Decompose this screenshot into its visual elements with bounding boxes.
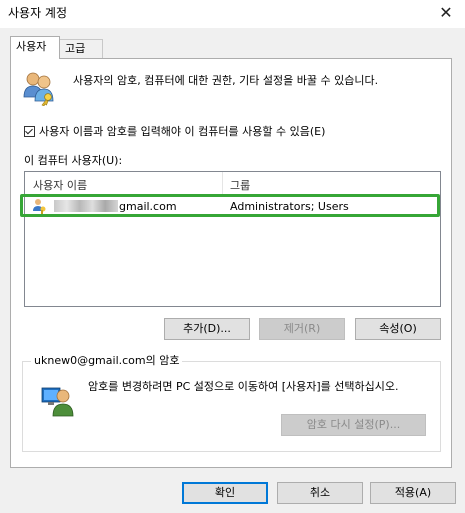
table-row[interactable]: gmail.com	[32, 198, 177, 214]
require-password-checkbox[interactable]	[24, 125, 35, 137]
password-group-title: uknew0@gmail.com의 암호	[31, 352, 183, 368]
reset-password-button[interactable]: 암호 다시 설정(P)...	[281, 414, 426, 436]
remove-button[interactable]: 제거(R)	[259, 318, 345, 340]
close-icon[interactable]: ✕	[431, 0, 461, 26]
users-icon	[23, 72, 54, 106]
description-text: 사용자의 암호, 컴퓨터에 대한 권한, 기타 설정을 바꿀 수 있습니다.	[73, 74, 379, 87]
require-password-label: 사용자 이름과 암호를 입력해야 이 컴퓨터를 사용할 수 있음(E)	[39, 125, 326, 138]
users-listview[interactable]: 사용자 이름 그룹	[24, 171, 441, 307]
password-instructions: 암호를 변경하려면 PC 설정으로 이동하여 [사용자]를 선택하십시오.	[88, 380, 399, 393]
tab-users[interactable]: 사용자	[10, 36, 60, 59]
require-password-checkbox-row[interactable]: 사용자 이름과 암호를 입력해야 이 컴퓨터를 사용할 수 있음(E)	[24, 123, 325, 139]
ok-button[interactable]: 확인	[182, 482, 268, 504]
user-key-icon	[33, 199, 46, 214]
list-header: 사용자 이름 그룹	[25, 172, 440, 196]
column-header-group[interactable]: 그룹	[230, 177, 250, 193]
apply-button[interactable]: 적용(A)	[370, 482, 456, 504]
users-list-label: 이 컴퓨터 사용자(U):	[24, 154, 123, 167]
row-username: gmail.com	[119, 199, 177, 213]
properties-button[interactable]: 속성(O)	[355, 318, 441, 340]
row-group: Administrators; Users	[230, 200, 349, 213]
window-title: 사용자 계정	[8, 6, 68, 20]
add-button[interactable]: 추가(D)...	[164, 318, 250, 340]
user-pc-icon	[41, 387, 74, 417]
column-header-username[interactable]: 사용자 이름	[33, 177, 87, 193]
cancel-button[interactable]: 취소	[277, 482, 363, 504]
redacted-username	[54, 200, 118, 212]
title-bar: 사용자 계정 ✕	[0, 0, 465, 28]
column-separator[interactable]	[222, 172, 223, 195]
password-groupbox	[22, 361, 441, 452]
tab-advanced[interactable]: 고급	[59, 39, 103, 59]
